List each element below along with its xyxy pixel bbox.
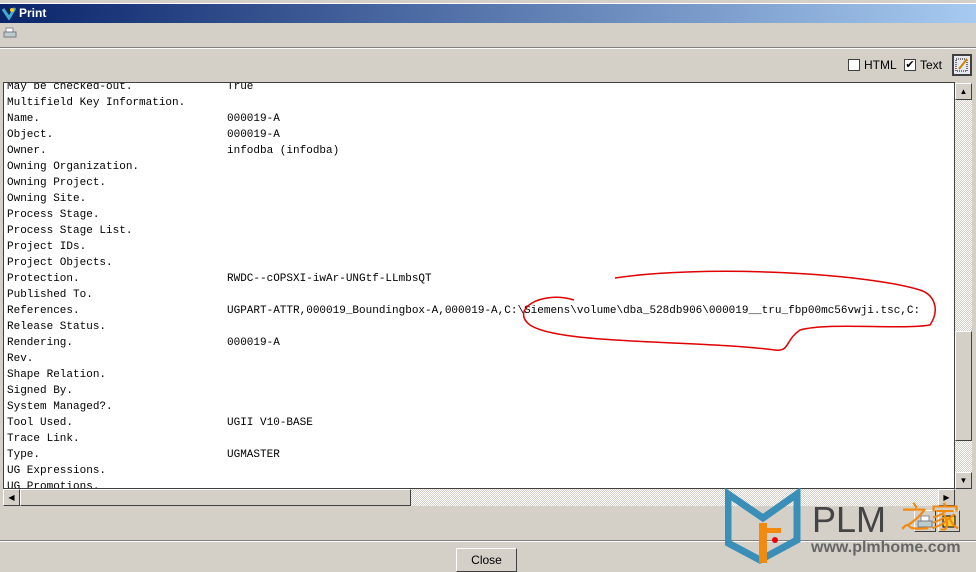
html-checkbox[interactable] — [848, 59, 860, 71]
text-row: Tool Used. UGII V10-BASE — [7, 415, 313, 431]
row-label: Multifield Key Information. — [7, 97, 186, 109]
row-label: Object. — [7, 129, 54, 141]
watermark-brand: PLM — [812, 499, 887, 540]
text-row: Signed By. — [7, 383, 73, 399]
row-value: 000019-A — [227, 129, 280, 141]
text-row: Name. 000019-A — [7, 111, 280, 127]
scroll-down-button[interactable]: ▼ — [955, 472, 972, 489]
text-row: Shape Relation. — [7, 367, 106, 383]
row-label: Signed By. — [7, 385, 74, 397]
scroll-up-button[interactable]: ▲ — [955, 83, 972, 100]
row-label: Trace Link. — [7, 433, 80, 445]
row-label: Process Stage List. — [7, 225, 133, 237]
row-value: RWDC--cOPSXI-iwAr-UNGtf-LLmbsQT — [227, 273, 432, 285]
row-label: Type. — [7, 449, 41, 461]
row-label: Shape Relation. — [7, 369, 107, 381]
row-label: System Managed?. — [7, 401, 113, 413]
row-label: Tool Used. — [7, 417, 74, 429]
row-label: May be checked-out. — [7, 82, 133, 93]
html-label: HTML — [864, 58, 897, 72]
row-label: Owning Organization. — [7, 161, 140, 173]
scroll-left-button[interactable]: ◀ — [3, 489, 20, 506]
row-value: 000019-A — [227, 337, 280, 349]
edit-icon — [955, 58, 968, 72]
row-label: UG Promotions. — [7, 481, 100, 489]
text-row: Project IDs. — [7, 239, 86, 255]
text-option[interactable]: ✔ Text — [904, 58, 942, 72]
text-row: Owning Organization. — [7, 159, 139, 175]
divider — [0, 47, 976, 49]
text-row: Owning Site. — [7, 191, 86, 207]
row-value: True — [227, 82, 254, 93]
row-label: References. — [7, 305, 80, 317]
vertical-scroll-thumb[interactable] — [955, 331, 972, 441]
text-row: Trace Link. — [7, 431, 80, 447]
row-label: UG Expressions. — [7, 465, 107, 477]
print-preview-text[interactable]: May be checked-out. True Multifield Key In… — [3, 82, 955, 489]
text-row: Type. UGMASTER — [7, 447, 280, 463]
row-label: Published To. — [7, 289, 93, 301]
row-value: UGMASTER — [227, 449, 280, 461]
html-option[interactable]: HTML — [848, 58, 897, 72]
text-row: Release Status. — [7, 319, 106, 335]
watermark-url: www.plmhome.com — [811, 539, 961, 556]
row-label: Owning Project. — [7, 177, 107, 189]
row-label: Name. — [7, 113, 41, 125]
row-label: Protection. — [7, 273, 80, 285]
horizontal-scroll-thumb[interactable] — [20, 489, 411, 506]
text-row: May be checked-out. True — [7, 82, 253, 95]
row-value: infodba (infodba) — [227, 145, 340, 157]
text-row: UG Expressions. — [7, 463, 106, 479]
row-value: 000019-A — [227, 113, 280, 125]
text-row: Rev. — [7, 351, 33, 367]
row-label: Release Status. — [7, 321, 107, 333]
edit-button[interactable] — [952, 54, 972, 76]
row-label: Process Stage. — [7, 209, 100, 221]
text-label: Text — [920, 58, 943, 72]
text-row: Owner. infodba (infodba) — [7, 143, 339, 159]
printer-icon[interactable] — [3, 27, 17, 39]
text-row: References. UGPART-ATTR,000019_Boundingbo… — [7, 303, 920, 319]
close-button[interactable]: Close — [456, 548, 517, 572]
row-label: Rendering. — [7, 337, 74, 349]
text-row: Multifield Key Information. — [7, 95, 185, 111]
window-title: Print — [19, 6, 47, 20]
text-row: Process Stage List. — [7, 223, 132, 239]
row-label: Rev. — [7, 353, 34, 365]
row-label: Owning Site. — [7, 193, 87, 205]
text-row: System Managed?. — [7, 399, 113, 415]
text-row: Published To. — [7, 287, 93, 303]
row-label: Project IDs. — [7, 241, 87, 253]
app-icon — [2, 7, 16, 20]
text-row: Process Stage. — [7, 207, 99, 223]
text-row: Owning Project. — [7, 175, 106, 191]
text-checkbox[interactable]: ✔ — [904, 59, 916, 71]
row-value: UGPART-ATTR,000019_Boundingbox-A,000019-… — [227, 305, 921, 317]
row-value: UGII V10-BASE — [227, 417, 313, 429]
text-row: Object. 000019-A — [7, 127, 280, 143]
svg-text:之家: 之家 — [900, 501, 960, 536]
vertical-scrollbar[interactable]: ▲ ▼ — [955, 83, 972, 489]
title-bar: Print — [0, 4, 976, 23]
row-label: Owner. — [7, 145, 47, 157]
row-label: Project Objects. — [7, 257, 113, 269]
text-row: Rendering. 000019-A — [7, 335, 280, 351]
text-row: Protection. RWDC--cOPSXI-iwAr-UNGtf-LLmbs… — [7, 271, 432, 287]
text-row: UG Promotions. — [7, 479, 100, 489]
text-row: Project Objects. — [7, 255, 113, 271]
